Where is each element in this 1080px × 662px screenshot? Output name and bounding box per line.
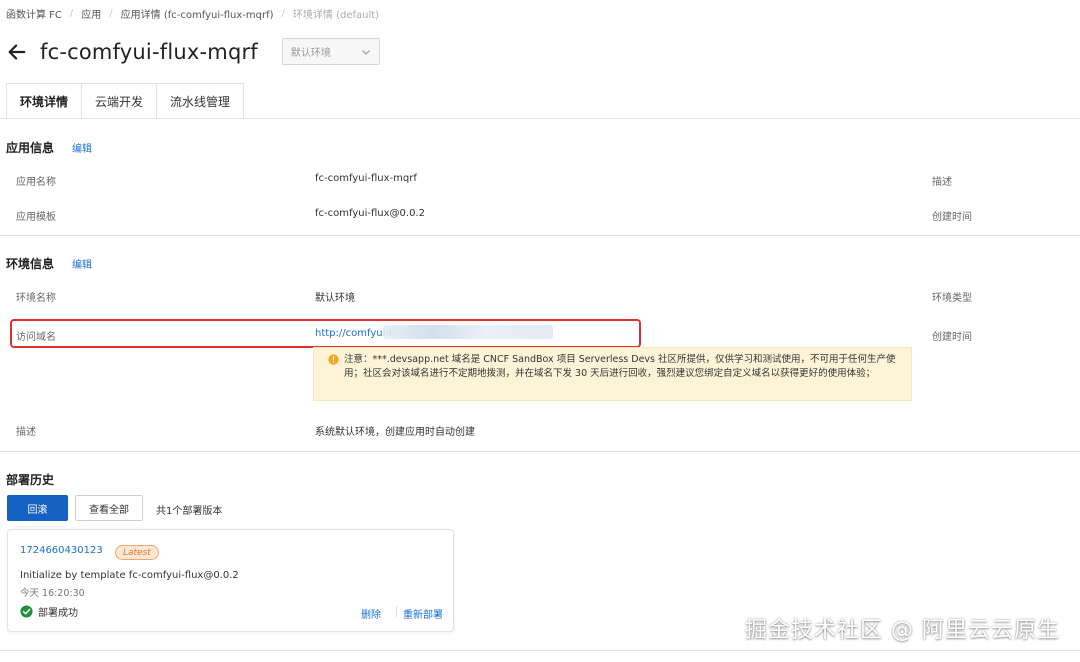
bottom-divider xyxy=(0,650,1080,651)
tab-env-detail[interactable]: 环境详情 xyxy=(6,83,83,119)
deploy-record-time: 今天 16:20:30 xyxy=(20,588,85,599)
deploy-record-card: 1724660430123 Latest Initialize by templ… xyxy=(7,529,454,632)
tab-cloud-dev[interactable]: 云端开发 xyxy=(82,83,158,119)
domain-notice: 注意：***.devsapp.net 域名是 CNCF SandBox 项目 S… xyxy=(313,347,912,401)
breadcrumb-item-apps[interactable]: 应用 xyxy=(81,6,101,21)
breadcrumb: 函数计算 FC / 应用 / 应用详情 (fc-comfyui-flux-mqr… xyxy=(6,6,379,21)
app-desc-label: 描述 xyxy=(932,177,952,188)
notice-text: 注意：***.devsapp.net 域名是 CNCF SandBox 项目 S… xyxy=(344,354,896,379)
tab-bar: 环境详情 云端开发 流水线管理 xyxy=(6,83,245,119)
page-title: fc-comfyui-flux-mqrf xyxy=(40,39,258,64)
rollback-button[interactable]: 回滚 xyxy=(7,495,68,521)
view-all-button[interactable]: 查看全部 xyxy=(75,495,143,521)
env-type-label: 环境类型 xyxy=(932,293,972,304)
env-name-value: 默认环境 xyxy=(315,293,355,304)
deploy-status: 部署成功 xyxy=(20,604,78,619)
deploy-record-desc: Initialize by template fc-comfyui-flux@0… xyxy=(20,570,239,581)
app-name-value: fc-comfyui-flux-mqrf xyxy=(315,173,417,184)
env-info-edit-link[interactable]: 编辑 xyxy=(72,256,92,271)
check-circle-icon xyxy=(20,605,33,618)
breadcrumb-current: 环境详情 (default) xyxy=(292,10,380,21)
app-info-title: 应用信息 编辑 xyxy=(6,139,92,156)
env-info-title: 环境信息 编辑 xyxy=(6,255,92,272)
deploy-record-id[interactable]: 1724660430123 xyxy=(20,545,103,556)
latest-badge: Latest xyxy=(115,545,159,560)
app-template-label: 应用模板 xyxy=(16,212,56,223)
breadcrumb-item-app-detail[interactable]: 应用详情 (fc-comfyui-flux-mqrf) xyxy=(121,6,274,21)
section-divider xyxy=(0,235,1080,236)
warning-icon xyxy=(328,354,339,365)
deploy-count: 共1个部署版本 xyxy=(156,506,223,517)
environment-select[interactable]: 默认环境 xyxy=(281,38,380,65)
breadcrumb-separator: / xyxy=(109,8,113,19)
environment-select-value: 默认环境 xyxy=(290,48,331,59)
app-info-heading: 应用信息 xyxy=(6,141,55,155)
breadcrumb-item-fc[interactable]: 函数计算 FC xyxy=(6,6,62,21)
action-separator xyxy=(396,606,397,617)
breadcrumb-separator: / xyxy=(281,8,285,19)
deploy-status-text: 部署成功 xyxy=(38,608,78,619)
app-template-value: fc-comfyui-flux@0.0.2 xyxy=(315,208,425,219)
env-name-label: 环境名称 xyxy=(16,293,56,304)
chevron-down-icon xyxy=(361,49,370,55)
env-desc-label: 描述 xyxy=(16,427,36,438)
deploy-history-title: 部署历史 xyxy=(6,471,54,488)
env-desc-value: 系统默认环境，创建应用时自动创建 xyxy=(315,427,475,438)
redeploy-link[interactable]: 重新部署 xyxy=(403,606,443,621)
section-divider xyxy=(0,451,1080,452)
watermark: 掘金技术社区 @ 阿里云云原生 xyxy=(745,618,1060,643)
app-created-label: 创建时间 xyxy=(932,212,972,223)
app-info-edit-link[interactable]: 编辑 xyxy=(72,140,92,155)
env-created-label: 创建时间 xyxy=(932,332,972,343)
page-header: fc-comfyui-flux-mqrf 默认环境 xyxy=(6,38,380,65)
breadcrumb-separator: / xyxy=(69,8,74,19)
deploy-history-heading: 部署历史 xyxy=(6,473,55,487)
tab-divider xyxy=(0,118,1080,119)
tab-pipeline[interactable]: 流水线管理 xyxy=(157,83,245,119)
app-name-label: 应用名称 xyxy=(16,177,56,188)
arrow-left-icon[interactable] xyxy=(6,41,28,63)
domain-highlight-box xyxy=(10,319,641,348)
delete-link[interactable]: 删除 xyxy=(361,606,381,621)
env-info-heading: 环境信息 xyxy=(6,257,55,271)
